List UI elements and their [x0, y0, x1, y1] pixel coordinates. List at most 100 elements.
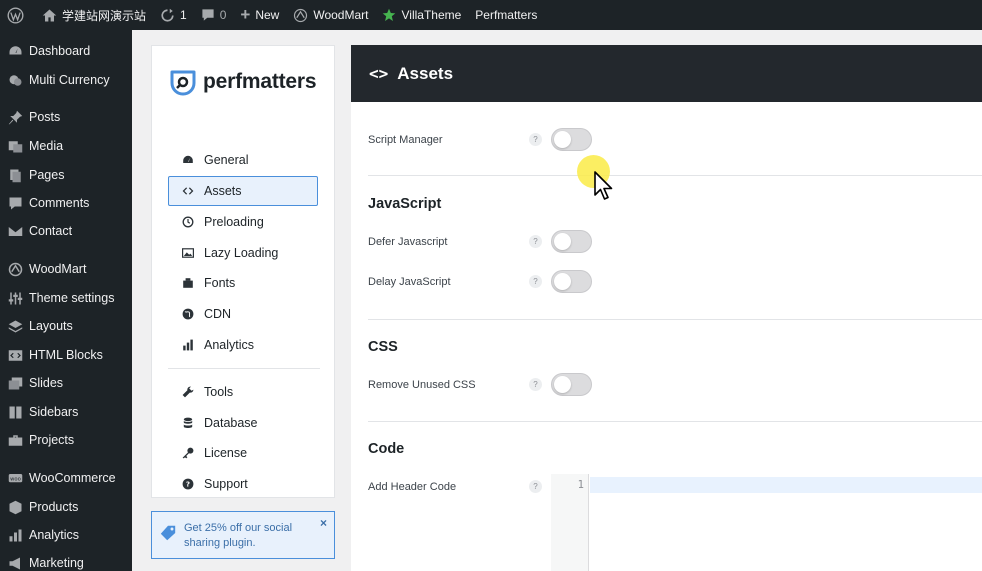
help-icon[interactable]: ? [529, 480, 542, 493]
font-icon [181, 276, 195, 290]
sidebar-item-multi-currency[interactable]: Multi Currency [0, 67, 132, 93]
help-icon: ? [181, 477, 195, 491]
tag-icon [160, 525, 176, 541]
sidebar-item-label: Media [29, 139, 64, 153]
sliders-icon [5, 288, 25, 308]
star-icon [382, 8, 396, 22]
layers-icon [5, 316, 25, 336]
clock-icon [181, 215, 195, 229]
nav-item-cdn[interactable]: CDN [168, 299, 318, 329]
nav-item-database[interactable]: Database [168, 408, 318, 438]
sidebar-item-label: Posts [29, 110, 61, 124]
key-icon [181, 446, 195, 460]
home-icon [42, 8, 57, 23]
woodmart-label: WoodMart [313, 8, 369, 22]
section-divider [368, 319, 982, 320]
sidebar-item-media[interactable]: Media [0, 133, 132, 159]
sidebar-item-label: Sidebars [29, 405, 79, 419]
wp-logo-menu[interactable] [0, 0, 36, 30]
nav-item-preloading[interactable]: Preloading [168, 207, 318, 237]
woo-icon: woo [5, 468, 25, 488]
script-manager-toggle[interactable] [551, 128, 592, 151]
nav-item-fonts[interactable]: Fonts [168, 268, 318, 298]
pin-icon [5, 107, 25, 127]
content-area: perfmatters General Assets Preloading La… [132, 30, 982, 571]
nav-item-label: Tools [204, 385, 234, 399]
perfmatters-menu[interactable]: Perfmatters [468, 0, 544, 30]
nav-item-label: Preloading [204, 215, 264, 229]
sidebar-item-projects[interactable]: Projects [0, 427, 132, 453]
delay-js-toggle[interactable] [551, 270, 592, 293]
comments-count: 0 [219, 8, 227, 22]
sidebar-item-label: Slides [29, 376, 64, 390]
sidebar-item-slides[interactable]: Slides [0, 370, 132, 396]
perfmatters-logo[interactable]: perfmatters [169, 68, 317, 96]
briefcase-icon [5, 430, 25, 450]
help-icon[interactable]: ? [529, 275, 542, 288]
sidebar-item-woodmart[interactable]: WoodMart [0, 256, 132, 282]
sidebar-item-theme-settings[interactable]: Theme settings [0, 285, 132, 311]
new-content-menu[interactable]: + New [233, 0, 286, 30]
sidebar-item-label: Products [29, 500, 79, 514]
sidebar-item-dashboard[interactable]: Dashboard [0, 38, 132, 64]
media-icon [5, 136, 25, 156]
sidebar-item-products[interactable]: Products [0, 494, 132, 520]
sidebar-item-contact[interactable]: Contact [0, 218, 132, 244]
sidebar-item-pages[interactable]: Pages [0, 162, 132, 188]
nav-item-license[interactable]: License [168, 438, 318, 468]
admin-sidebar: Dashboard Multi Currency Posts Media Pag… [0, 30, 132, 571]
section-title-css: CSS [368, 339, 398, 355]
mouse-pointer-icon [594, 171, 613, 200]
help-icon[interactable]: ? [529, 133, 542, 146]
header-code-editor[interactable]: 1 [551, 474, 982, 571]
sidebar-item-label: Layouts [29, 319, 73, 333]
sidebar-item-sidebars[interactable]: Sidebars [0, 399, 132, 425]
sidebar-item-woocommerce[interactable]: woo WooCommerce [0, 465, 132, 491]
site-name: 学建站网演示站 [62, 8, 147, 23]
editor-active-line[interactable] [590, 477, 982, 493]
new-label: New [255, 8, 280, 22]
section-title-javascript: JavaScript [368, 196, 442, 212]
nav-item-general[interactable]: General [168, 145, 318, 175]
comment-icon [5, 193, 25, 213]
perfmatters-label: Perfmatters [475, 8, 538, 22]
updates-menu[interactable]: 1 [153, 0, 194, 30]
villatheme-menu[interactable]: VillaTheme [375, 0, 468, 30]
close-icon[interactable]: × [320, 516, 327, 530]
defer-js-toggle[interactable] [551, 230, 592, 253]
sidebar-item-comments[interactable]: Comments [0, 190, 132, 216]
nav-item-lazy-loading[interactable]: Lazy Loading [168, 238, 318, 268]
nav-item-analytics[interactable]: Analytics [168, 330, 318, 360]
woodmart-icon [5, 259, 25, 279]
help-icon[interactable]: ? [529, 235, 542, 248]
site-name-menu[interactable]: 学建站网演示站 [36, 0, 153, 30]
sidebar-item-marketing[interactable]: Marketing [0, 550, 132, 571]
nav-item-support[interactable]: ? Support [168, 469, 318, 499]
page-title: Assets [397, 63, 454, 83]
globe-icon [181, 307, 195, 321]
assets-panel: <> Assets Script Manager ? JavaScript De… [351, 45, 982, 571]
nav-item-tools[interactable]: Tools [168, 377, 318, 407]
sidebar-item-label: Marketing [29, 556, 84, 570]
mail-icon [5, 221, 25, 241]
sidebars-icon [5, 402, 25, 422]
nav-item-assets[interactable]: Assets [168, 176, 318, 206]
sidebar-item-label: WooCommerce [29, 471, 116, 485]
nav-item-label: Analytics [204, 338, 255, 352]
sidebar-item-html-blocks[interactable]: HTML Blocks [0, 342, 132, 368]
promo-notice[interactable]: Get 25% off our social sharing plugin. × [151, 511, 335, 559]
slides-icon [5, 373, 25, 393]
refresh-icon [160, 8, 175, 23]
remove-unused-css-toggle[interactable] [551, 373, 592, 396]
sidebar-item-label: Comments [29, 196, 90, 210]
section-divider [368, 421, 982, 422]
nav-item-label: License [204, 446, 248, 460]
sidebar-item-posts[interactable]: Posts [0, 104, 132, 130]
sidebar-item-label: Theme settings [29, 291, 115, 305]
help-icon[interactable]: ? [529, 378, 542, 391]
woodmart-menu[interactable]: WoodMart [286, 0, 375, 30]
comments-menu[interactable]: 0 [194, 0, 234, 30]
sidebar-item-layouts[interactable]: Layouts [0, 313, 132, 339]
sidebar-item-analytics[interactable]: Analytics [0, 522, 132, 548]
nav-divider [168, 368, 320, 369]
